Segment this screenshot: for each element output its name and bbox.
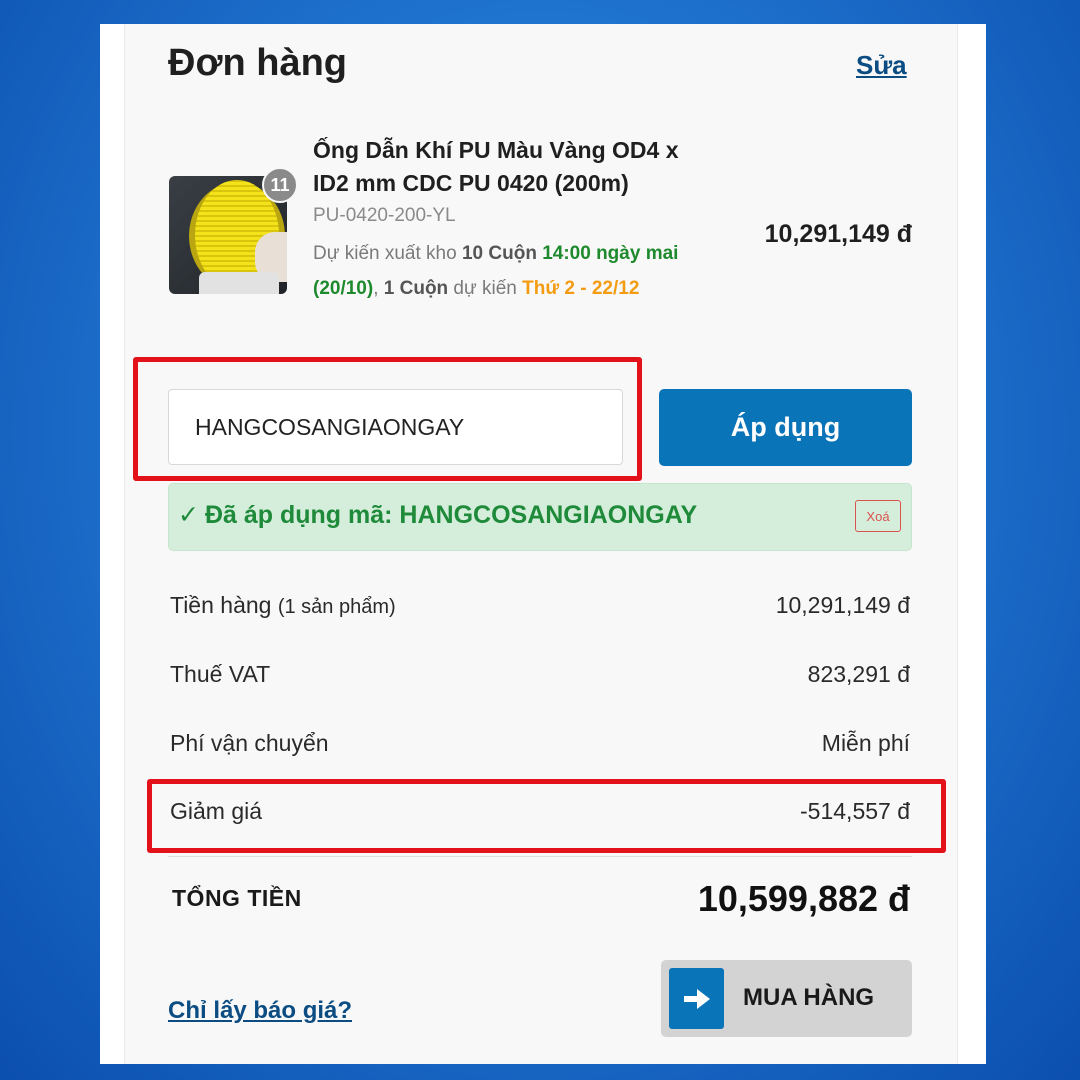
product-sku: PU-0420-200-YL <box>313 205 456 226</box>
order-title: Đơn hàng <box>168 42 347 84</box>
shipping-estimate: Dự kiến xuất kho 10 Cuộn 14:00 ngày mai … <box>313 236 698 306</box>
total-label: TỔNG TIỀN <box>172 885 302 911</box>
quantity-badge: 11 <box>262 167 298 203</box>
subtotal-label-text: Tiền hàng <box>170 592 272 618</box>
shipping-qty-2: 1 Cuộn <box>383 278 449 299</box>
shipping-time-2: Thứ 2 - 22/12 <box>522 278 640 299</box>
shipping-middle: dự kiến <box>448 278 523 299</box>
summary-divider <box>168 856 912 857</box>
vat-label: Thuế VAT <box>170 661 271 687</box>
shipping-fee-label: Phí vận chuyển <box>170 730 329 756</box>
subtotal-count: (1 sản phẩm) <box>277 596 396 618</box>
coupon-applied-label: Đã áp dụng mã: HANGCOSANGIAONGAY <box>204 501 698 529</box>
hand-shape-lower <box>199 272 279 294</box>
total-value: 10,599,882 đ <box>697 878 910 919</box>
apply-coupon-button[interactable]: Áp dụng <box>659 389 912 466</box>
subtotal-label: Tiền hàng (1 sản phẩm) <box>170 592 396 619</box>
arrow-right-icon[interactable] <box>669 968 724 1029</box>
quote-only-link[interactable]: Chỉ lấy báo giá? <box>168 997 352 1025</box>
vat-value: 823,291 đ <box>807 661 910 687</box>
shipping-sep: , <box>373 278 384 299</box>
remove-coupon-button[interactable]: Xoá <box>855 500 901 532</box>
shipping-prefix: Dự kiến xuất kho <box>313 243 462 264</box>
discount-highlight-box <box>147 779 946 853</box>
arrow-right-glyph <box>683 988 710 1009</box>
checkmark-icon: ✓ <box>178 501 199 529</box>
buy-button-label[interactable]: MUA HÀNG <box>743 984 874 1012</box>
coupon-highlight-box <box>133 357 642 481</box>
subtotal-value: 10,291,149 đ <box>775 592 910 618</box>
product-name: Ống Dẫn Khí PU Màu Vàng OD4 x ID2 mm CDC… <box>313 137 679 196</box>
edit-link[interactable]: Sửa <box>856 50 907 81</box>
shipping-qty-1: 10 Cuộn <box>461 243 537 264</box>
shipping-fee-value: Miễn phí <box>821 730 910 756</box>
product-price: 10,291,149 đ <box>764 220 912 248</box>
coupon-applied-message: ✓ Đã áp dụng mã: HANGCOSANGIAONGAY <box>178 500 697 530</box>
